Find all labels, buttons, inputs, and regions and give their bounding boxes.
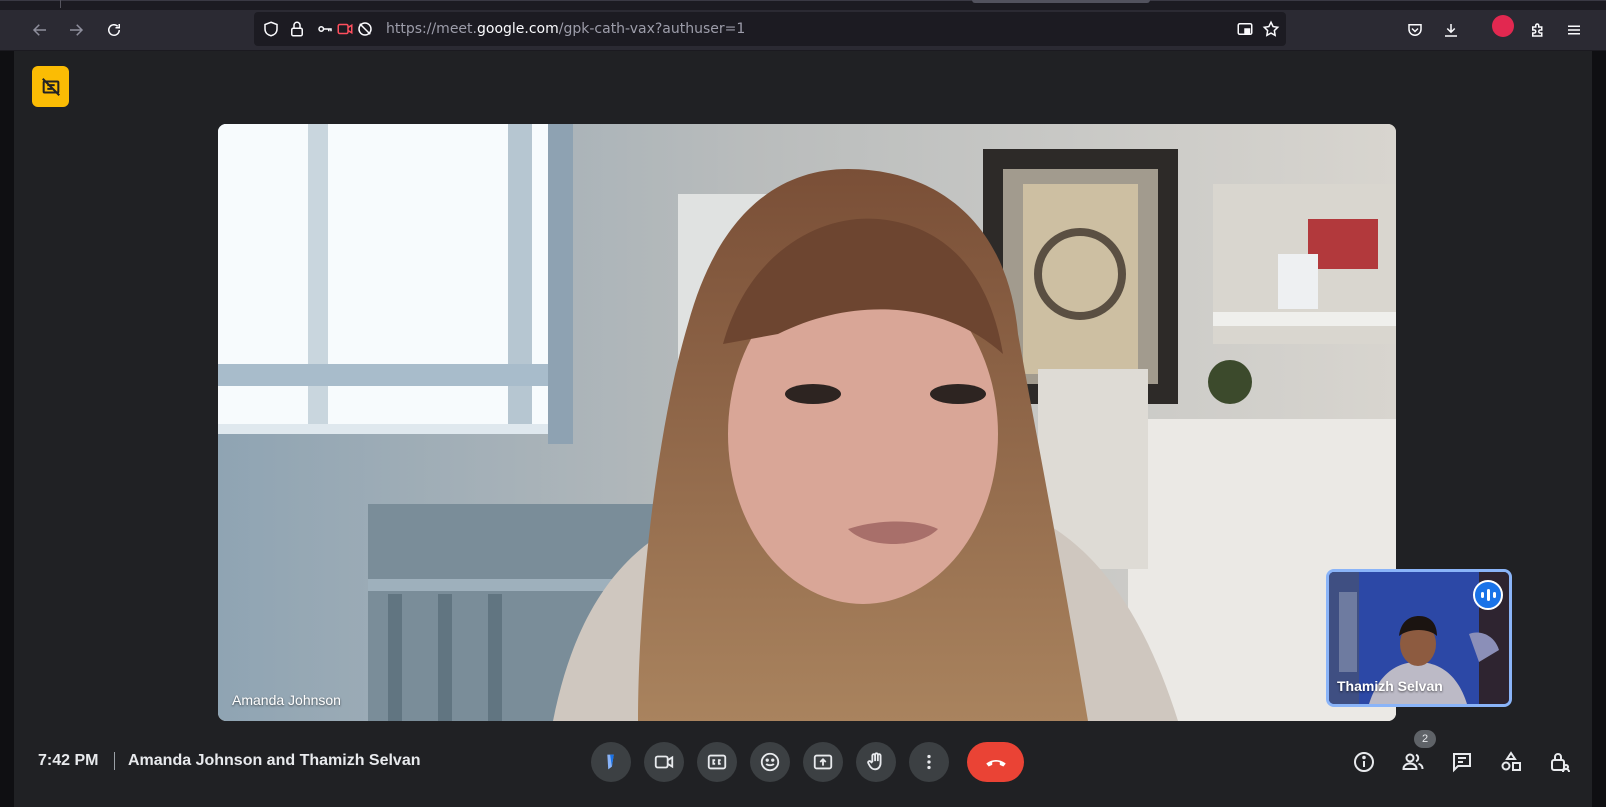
end-call-button[interactable] [967, 742, 1024, 782]
lock-icon[interactable] [288, 20, 306, 38]
url-text[interactable]: https://meet.google.com/gpk-cath-vax?aut… [386, 21, 745, 37]
app-menu-button[interactable] [1560, 16, 1588, 44]
reload-button[interactable] [100, 16, 128, 44]
hang-up-icon [985, 759, 1006, 767]
participant-video [218, 124, 1396, 721]
shield-icon[interactable] [262, 20, 280, 38]
tab-strip [0, 0, 1606, 10]
speaking-indicator [1473, 580, 1503, 610]
microphone-active-icon [607, 754, 614, 770]
captions-button[interactable] [697, 742, 737, 782]
url-prefix: https://meet. [386, 21, 477, 37]
microphone-button[interactable] [591, 742, 631, 782]
pocket-button[interactable] [1401, 16, 1429, 44]
self-participant-name: Thamizh Selvan [1337, 678, 1443, 694]
active-tab[interactable] [972, 0, 1150, 3]
forward-button[interactable] [62, 16, 90, 44]
present-button[interactable] [803, 742, 843, 782]
url-bar[interactable]: https://meet.google.com/gpk-cath-vax?aut… [254, 12, 1286, 46]
picture-in-picture-icon[interactable] [1236, 20, 1254, 38]
video-camera-icon [654, 755, 674, 769]
camera-off-indicator[interactable] [32, 66, 69, 107]
meeting-title: Amanda Johnson and Thamizh Selvan [128, 752, 421, 769]
profile-badge[interactable] [1492, 15, 1514, 37]
pocket-icon [1408, 24, 1422, 36]
people-button[interactable] [1397, 746, 1429, 778]
raise-hand-button[interactable] [856, 742, 896, 782]
meeting-clock: 7:42 PM [38, 752, 99, 769]
more-vertical-icon [927, 754, 931, 770]
reactions-button[interactable] [750, 742, 790, 782]
hand-icon [867, 752, 882, 771]
puzzle-icon [1532, 23, 1543, 37]
tracking-off-icon[interactable] [356, 20, 374, 38]
browser-toolbar: https://meet.google.com/gpk-cath-vax?aut… [0, 10, 1606, 51]
info-icon [1354, 752, 1374, 772]
url-path: /gpk-cath-vax?authuser=1 [558, 21, 746, 37]
lock-person-icon [1551, 753, 1570, 773]
chat-icon [1453, 753, 1471, 773]
bar-divider [114, 752, 115, 770]
back-button[interactable] [26, 16, 54, 44]
host-controls-button[interactable] [1544, 746, 1576, 778]
camera-button[interactable] [644, 742, 684, 782]
back-arrow-icon [32, 24, 46, 36]
main-video-tile[interactable]: Amanda Johnson [218, 124, 1396, 721]
hamburger-menu-icon [1568, 25, 1580, 35]
download-button[interactable] [1437, 16, 1465, 44]
camera-blocked-icon[interactable] [336, 20, 354, 38]
shapes-icon [1501, 751, 1521, 771]
pane-edge-right [1592, 51, 1606, 807]
forward-arrow-icon [70, 24, 84, 36]
main-participant-name: Amanda Johnson [232, 692, 341, 708]
camera-off-icon [41, 77, 60, 96]
star-icon[interactable] [1262, 20, 1280, 38]
chat-button[interactable] [1446, 746, 1478, 778]
closed-captions-icon [707, 754, 727, 770]
meeting-details-button[interactable] [1348, 746, 1380, 778]
self-view-tile[interactable]: Thamizh Selvan [1326, 569, 1512, 707]
extensions-button[interactable] [1524, 16, 1552, 44]
url-domain: google.com [477, 21, 559, 37]
emoji-icon [760, 752, 780, 772]
activities-button[interactable] [1495, 746, 1527, 778]
permissions-icon[interactable] [316, 20, 334, 38]
pane-edge-left [0, 51, 14, 807]
people-icon [1402, 753, 1424, 770]
present-screen-icon [813, 754, 833, 770]
more-options-button[interactable] [909, 742, 949, 782]
reload-icon [108, 24, 120, 36]
download-icon [1445, 24, 1457, 37]
